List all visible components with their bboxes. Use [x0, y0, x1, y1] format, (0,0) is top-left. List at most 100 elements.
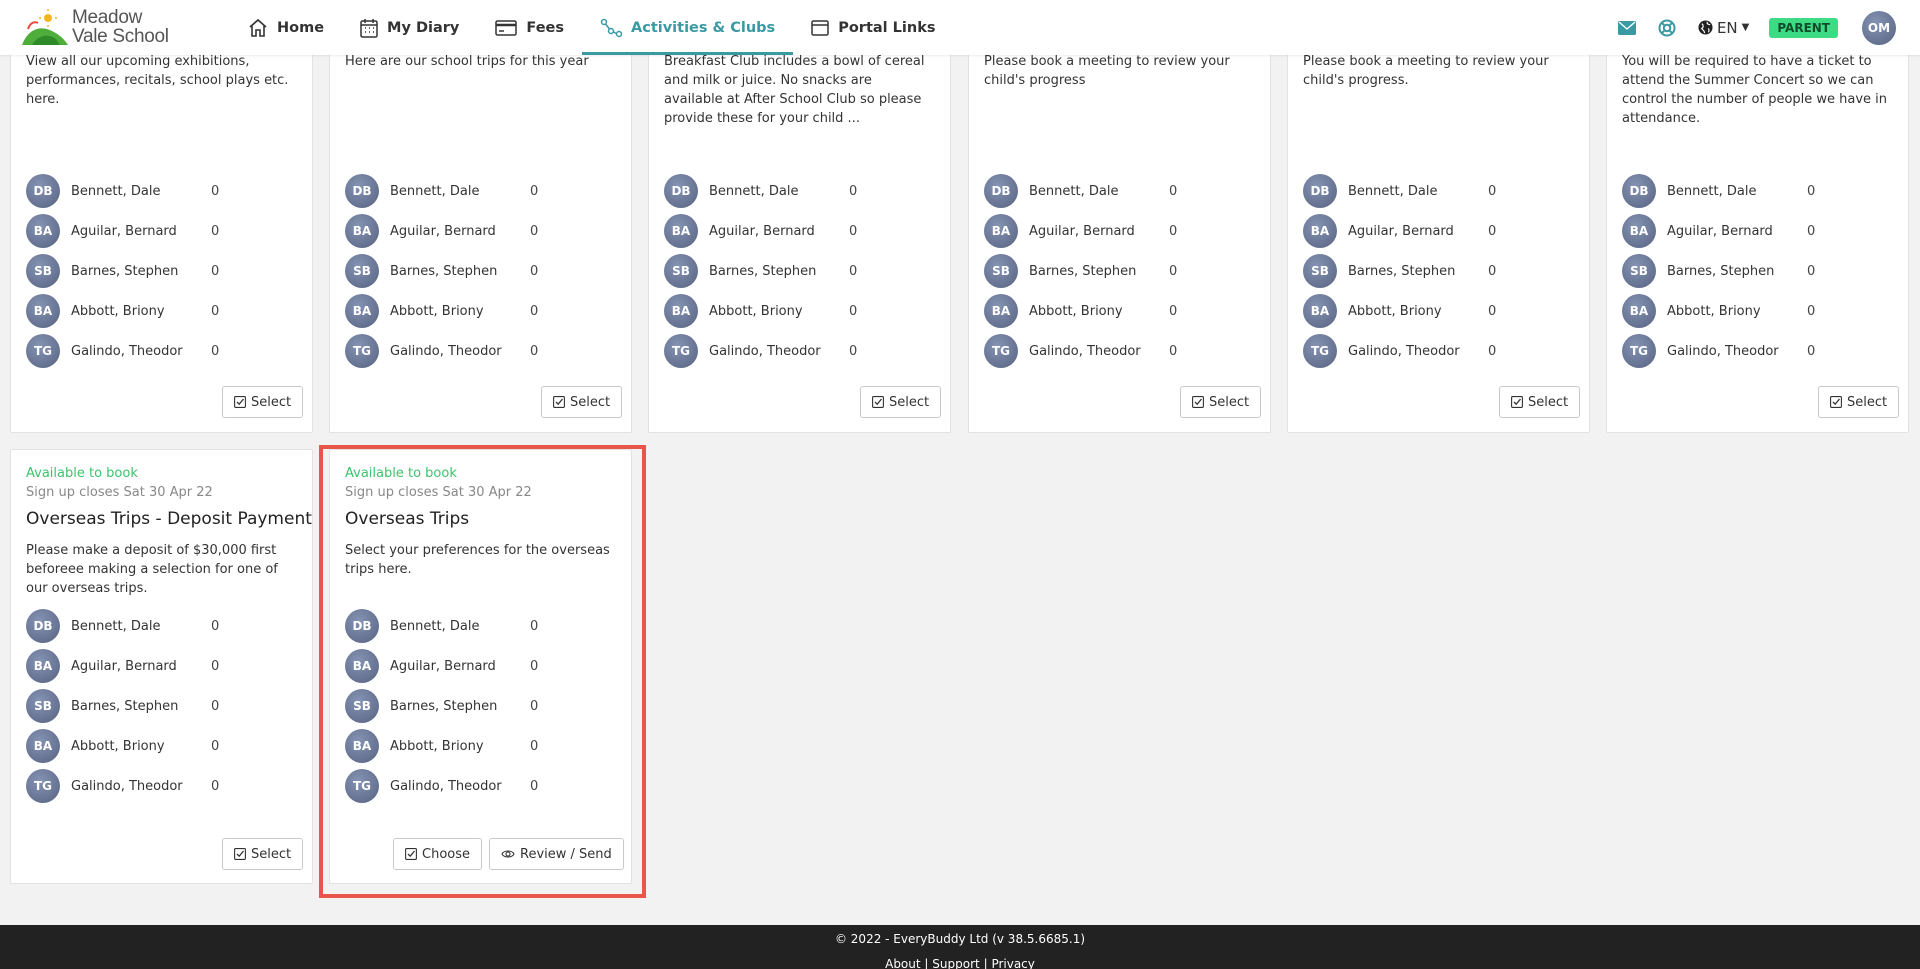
student-row[interactable]: DB Bennett, Dale 0: [984, 174, 1177, 208]
help-button[interactable]: [1658, 19, 1676, 37]
student-row[interactable]: BA Aguilar, Bernard 0: [26, 214, 219, 248]
lifebuoy-icon: [1658, 19, 1676, 36]
student-avatar: DB: [26, 174, 60, 208]
student-row[interactable]: BA Aguilar, Bernard 0: [345, 214, 538, 248]
student-row[interactable]: BA Aguilar, Bernard 0: [26, 649, 219, 683]
footer-privacy-link[interactable]: Privacy: [991, 957, 1034, 969]
student-row[interactable]: SB Barnes, Stephen 0: [984, 254, 1177, 288]
select-button[interactable]: Select: [1818, 386, 1900, 418]
select-button[interactable]: Select: [541, 386, 623, 418]
student-avatar: BA: [664, 294, 698, 328]
student-row[interactable]: DB Bennett, Dale 0: [345, 174, 538, 208]
student-name: Galindo, Theodor: [1348, 343, 1460, 359]
review-send-button[interactable]: Review / Send: [489, 838, 624, 870]
card-description: Please book a meeting to review your chi…: [984, 54, 1230, 88]
student-row[interactable]: DB Bennett, Dale 0: [664, 174, 857, 208]
nav-fees[interactable]: Fees: [477, 0, 582, 55]
student-name: Barnes, Stephen: [71, 698, 179, 714]
select-button-label: Select: [1209, 394, 1250, 410]
activity-card: You will be required to have a ticket to…: [1606, 0, 1909, 433]
nav-activities-clubs[interactable]: Activities & Clubs: [582, 0, 794, 55]
student-count: 0: [1807, 263, 1816, 279]
student-row[interactable]: DB Bennett, Dale 0: [1622, 174, 1815, 208]
student-row[interactable]: TG Galindo, Theodor 0: [345, 334, 538, 368]
messages-button[interactable]: [1617, 20, 1636, 35]
student-row[interactable]: BA Aguilar, Bernard 0: [1303, 214, 1496, 248]
student-row[interactable]: BA Abbott, Briony 0: [1303, 294, 1496, 328]
student-avatar: BA: [345, 649, 379, 683]
student-row[interactable]: DB Bennett, Dale 0: [345, 609, 538, 643]
select-button[interactable]: Select: [860, 386, 942, 418]
student-row[interactable]: TG Galindo, Theodor 0: [664, 334, 857, 368]
student-name: Galindo, Theodor: [709, 343, 821, 359]
card-description: You will be required to have a ticket to…: [1622, 54, 1888, 126]
student-name: Galindo, Theodor: [390, 778, 502, 794]
student-name: Bennett, Dale: [1667, 183, 1757, 199]
student-row[interactable]: BA Aguilar, Bernard 0: [664, 214, 857, 248]
select-button[interactable]: Select: [1499, 386, 1581, 418]
select-button[interactable]: Select: [222, 838, 304, 870]
student-row[interactable]: TG Galindo, Theodor 0: [345, 769, 538, 803]
student-count: 0: [849, 183, 858, 199]
student-count: 0: [211, 618, 220, 634]
select-button[interactable]: Select: [1180, 386, 1262, 418]
main-nav: Home My Diary Fees Activities & Clubs Po…: [230, 0, 953, 55]
student-count: 0: [530, 183, 539, 199]
student-row[interactable]: SB Barnes, Stephen 0: [26, 689, 219, 723]
student-name: Abbott, Briony: [390, 738, 484, 754]
student-name: Bennett, Dale: [709, 183, 799, 199]
student-row[interactable]: TG Galindo, Theodor 0: [1622, 334, 1815, 368]
student-row[interactable]: BA Abbott, Briony 0: [26, 294, 219, 328]
student-name: Barnes, Stephen: [709, 263, 817, 279]
student-name: Abbott, Briony: [71, 738, 165, 754]
student-row[interactable]: BA Abbott, Briony 0: [26, 729, 219, 763]
activity-card: Please book a meeting to review your chi…: [1287, 0, 1590, 433]
student-row[interactable]: BA Aguilar, Bernard 0: [1622, 214, 1815, 248]
school-logo[interactable]: Meadow Vale School: [22, 7, 169, 47]
student-avatar: BA: [345, 729, 379, 763]
select-button-label: Select: [889, 394, 930, 410]
language-selector[interactable]: EN ▼: [1698, 19, 1749, 37]
student-row[interactable]: TG Galindo, Theodor 0: [26, 334, 219, 368]
student-row[interactable]: BA Abbott, Briony 0: [1622, 294, 1815, 328]
student-row[interactable]: SB Barnes, Stephen 0: [26, 254, 219, 288]
student-row[interactable]: TG Galindo, Theodor 0: [1303, 334, 1496, 368]
nav-home[interactable]: Home: [230, 0, 342, 55]
student-row[interactable]: BA Abbott, Briony 0: [984, 294, 1177, 328]
student-avatar: DB: [345, 609, 379, 643]
nav-portal-links[interactable]: Portal Links: [793, 0, 953, 55]
select-button-label: Select: [570, 394, 611, 410]
student-row[interactable]: BA Aguilar, Bernard 0: [345, 649, 538, 683]
checkbox-icon: [553, 396, 565, 408]
student-count: 0: [1169, 343, 1178, 359]
student-name: Aguilar, Bernard: [1667, 223, 1773, 239]
footer-separator: |: [983, 957, 988, 969]
student-count: 0: [211, 183, 220, 199]
student-row[interactable]: SB Barnes, Stephen 0: [664, 254, 857, 288]
student-row[interactable]: TG Galindo, Theodor 0: [984, 334, 1177, 368]
student-avatar: SB: [664, 254, 698, 288]
student-row[interactable]: BA Abbott, Briony 0: [345, 729, 538, 763]
select-button[interactable]: Select: [222, 386, 304, 418]
student-avatar: BA: [1622, 294, 1656, 328]
footer-about-link[interactable]: About: [885, 957, 920, 969]
nav-my-diary[interactable]: My Diary: [342, 0, 477, 55]
student-name: Galindo, Theodor: [71, 343, 183, 359]
student-row[interactable]: SB Barnes, Stephen 0: [1622, 254, 1815, 288]
student-row[interactable]: BA Abbott, Briony 0: [345, 294, 538, 328]
student-count: 0: [1807, 183, 1816, 199]
student-row[interactable]: SB Barnes, Stephen 0: [345, 254, 538, 288]
student-count: 0: [849, 303, 858, 319]
select-button-label: Select: [1847, 394, 1888, 410]
student-row[interactable]: BA Abbott, Briony 0: [664, 294, 857, 328]
student-row[interactable]: SB Barnes, Stephen 0: [1303, 254, 1496, 288]
footer-support-link[interactable]: Support: [932, 957, 979, 969]
student-row[interactable]: BA Aguilar, Bernard 0: [984, 214, 1177, 248]
student-row[interactable]: DB Bennett, Dale 0: [26, 609, 219, 643]
student-row[interactable]: TG Galindo, Theodor 0: [26, 769, 219, 803]
user-avatar[interactable]: OM: [1862, 10, 1896, 45]
choose-button[interactable]: Choose: [393, 838, 482, 870]
student-row[interactable]: DB Bennett, Dale 0: [26, 174, 219, 208]
student-row[interactable]: SB Barnes, Stephen 0: [345, 689, 538, 723]
student-row[interactable]: DB Bennett, Dale 0: [1303, 174, 1496, 208]
